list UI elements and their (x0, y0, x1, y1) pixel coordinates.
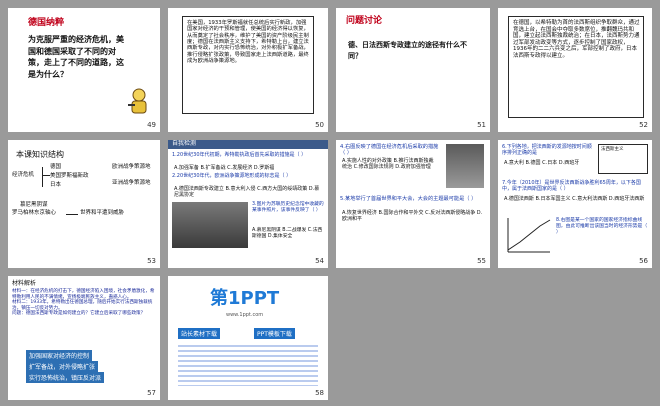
answer-panel: 加强国家对经济的控制 扩军备战，对外侵略扩张 实行恐怖统治，镇压反对派 (12, 350, 156, 386)
slide-title: 自我检测 (172, 140, 197, 147)
slide-58[interactable]: 第1PPT www.1ppt.com 站长素材下载 PPT模板下载 58 (168, 276, 328, 400)
node-peace-threat: 世界和平遭到威胁 (80, 210, 125, 216)
slide-title: 问题讨论 (346, 16, 383, 26)
download-button-1[interactable]: 站长素材下载 (178, 328, 221, 339)
question-2-options: A.德国法西斯专政建立 B.意大利入侵 C.西方大国的绥靖政策 D.慕尼黑协定 (174, 186, 320, 198)
question-6: 6.下列各地，把法西斯的发源地按时间顺序排列正确的是 (502, 144, 592, 156)
question-7: 7.今年（2010年）是世界反法西斯战争胜利65周年，以下各国中，属于法西斯国家… (502, 180, 641, 192)
slide-number: 50 (315, 121, 324, 129)
node-munich: 慕尼黑阴谋 (20, 202, 48, 208)
slide-title: 材料解析 (12, 280, 37, 287)
text-box: 在德国，以希特勒为首的法西斯组织争取群众，通过竞选上台，在国会中夺取多数席位，推… (508, 16, 644, 118)
question-1-options: A.加强军备 B.扩军备战 C.发展经济 D.罗斯福 (174, 165, 275, 171)
node-axis: 罗马柏林东京轴心 (12, 210, 57, 216)
question-3: 3.图片为苏联历史纪念馆中收藏的某事件照片，该事件反映了（ ） (252, 202, 324, 213)
connector (42, 175, 50, 176)
download-button-2[interactable]: PPT模板下载 (254, 328, 295, 339)
slide-number: 58 (315, 389, 324, 397)
node-europe-source: 欧洲战争策源地 (112, 164, 151, 170)
node-usa: 美国罗斯福新政 (50, 173, 89, 179)
slide-57[interactable]: 材料解析 材料一：在经济危机的打击下，德国经济陷入困境，社会矛盾激化，希特勒利用… (8, 276, 160, 400)
question-4-options: A.实施人性的对外政策 B.推行法西斯独裁统治 C.修改国际法规则 D.政府加强… (342, 158, 434, 170)
question-6-options: A.意大利 B.德国 C.日本 D.西班牙 (504, 160, 580, 166)
text-box: 在美国，1933年罗斯福就任总统后实行新政，加强国家对经济的干预和管理，使美国的… (182, 16, 314, 114)
logo-subtitle: www.1ppt.com (226, 312, 264, 318)
question-3-options: A.慕尼黑阴谋 B.二战爆发 C.法西斯德国 D.集体安全 (252, 228, 323, 239)
answer-1: 加强国家对经济的控制 (26, 350, 93, 361)
question-5: 5.某地举行了首届世界和平大会，大会的主题最可能是（ ） (340, 196, 477, 202)
slide-number: 52 (639, 121, 648, 129)
connector (66, 214, 78, 215)
slide-title: 本课知识结构 (16, 150, 64, 159)
question-2: 2.20世纪30年代，欧洲战争策源地形成的标志是（ ） (172, 173, 292, 179)
question-8: 8.右图是某一个国家的国家经济指标曲线图，由此可推断出该国当时的经济形势是（ ） (556, 218, 648, 235)
slide-49[interactable]: 德国纳粹 为克服严重的经济危机，美国和德国采取了不同的对策，走上了不同的道路，这… (8, 8, 160, 132)
logo-text: 第1PPT (210, 288, 280, 309)
line-graph (504, 216, 552, 256)
node-japan: 日本 (50, 182, 62, 188)
slide-body: 材料一：在经济危机的打击下，德国经济陷入困境，社会矛盾激化，希特勒利用人民的不满… (12, 289, 155, 316)
poster-image (446, 144, 484, 188)
question-7-options: A.德国法西斯 B.日本军国主义 C.意大利法西斯 D.西班牙法西斯 (504, 196, 645, 202)
link-list (178, 342, 318, 386)
node-germany: 德国 (50, 164, 62, 170)
slide-number: 53 (147, 257, 156, 265)
historical-photo (172, 202, 248, 248)
slide-number: 57 (147, 389, 156, 397)
legend-table: 法西斯主义 (598, 144, 648, 174)
slide-body: 在德国，以希特勒为首的法西斯组织争取群众，通过竞选上台，在国会中夺取多数席位，推… (513, 20, 640, 59)
answer-3: 实行恐怖统治，镇压反对派 (26, 372, 105, 383)
slide-body: 德、日法西斯专政建立的途径有什么不同？ (348, 41, 467, 61)
slide-number: 51 (477, 121, 486, 129)
slide-number: 56 (639, 257, 648, 265)
node-crisis: 经济危机 (12, 172, 35, 178)
slide-title: 德国纳粹 (28, 18, 65, 28)
answer-2: 扩军备战，对外侵略扩张 (26, 361, 99, 372)
slide-54[interactable]: 自我检测 1.20世纪30年代初期，希特勒执政后首先采取的措施是（ ） A.加强… (168, 140, 328, 268)
slide-50[interactable]: 在美国，1933年罗斯福就任总统后实行新政，加强国家对经济的干预和管理，使美国的… (168, 8, 328, 132)
connector (42, 167, 43, 187)
slide-body: 为克服严重的经济危机，美国和德国采取了不同的对策，走上了不同的道路，这是为什么？ (28, 35, 124, 79)
node-asia-source: 亚洲战争策源地 (112, 180, 151, 186)
slide-55[interactable]: 4.右图反映了德国在经济危机后采取的措施（ ） A.实施人性的对外政策 B.推行… (336, 140, 490, 268)
question-4: 4.右图反映了德国在经济危机后采取的措施（ ） (340, 144, 439, 157)
legend-label: 法西斯主义 (601, 147, 624, 152)
slide-body: 在美国，1933年罗斯福就任总统后实行新政，加强国家对经济的干预和管理，使美国的… (187, 20, 309, 65)
slide-51[interactable]: 问题讨论 德、日法西斯专政建立的途径有什么不同？ 51 (336, 8, 490, 132)
slide-number: 49 (147, 121, 156, 129)
slide-number: 55 (477, 257, 486, 265)
slide-56[interactable]: 6.下列各地，把法西斯的发源地按时间顺序排列正确的是 A.意大利 B.德国 C.… (498, 140, 652, 268)
slide-53[interactable]: 本课知识结构 经济危机 德国 美国罗斯福新政 日本 欧洲战争策源地 亚洲战争策源… (8, 140, 160, 268)
slide-52[interactable]: 在德国，以希特勒为首的法西斯组织争取群众，通过竞选上台，在国会中夺取多数席位，推… (498, 8, 652, 132)
question-5-options: A.恢复世界经济 B.国际合作和平外交 C.反对法西斯侵略战争 D.欧洲和平 (342, 210, 483, 222)
slide-number: 54 (315, 257, 324, 265)
question-1: 1.20世纪30年代初期，希特勒执政后首先采取的措施是（ ） (172, 152, 307, 158)
teacher-cartoon-icon (128, 88, 150, 118)
